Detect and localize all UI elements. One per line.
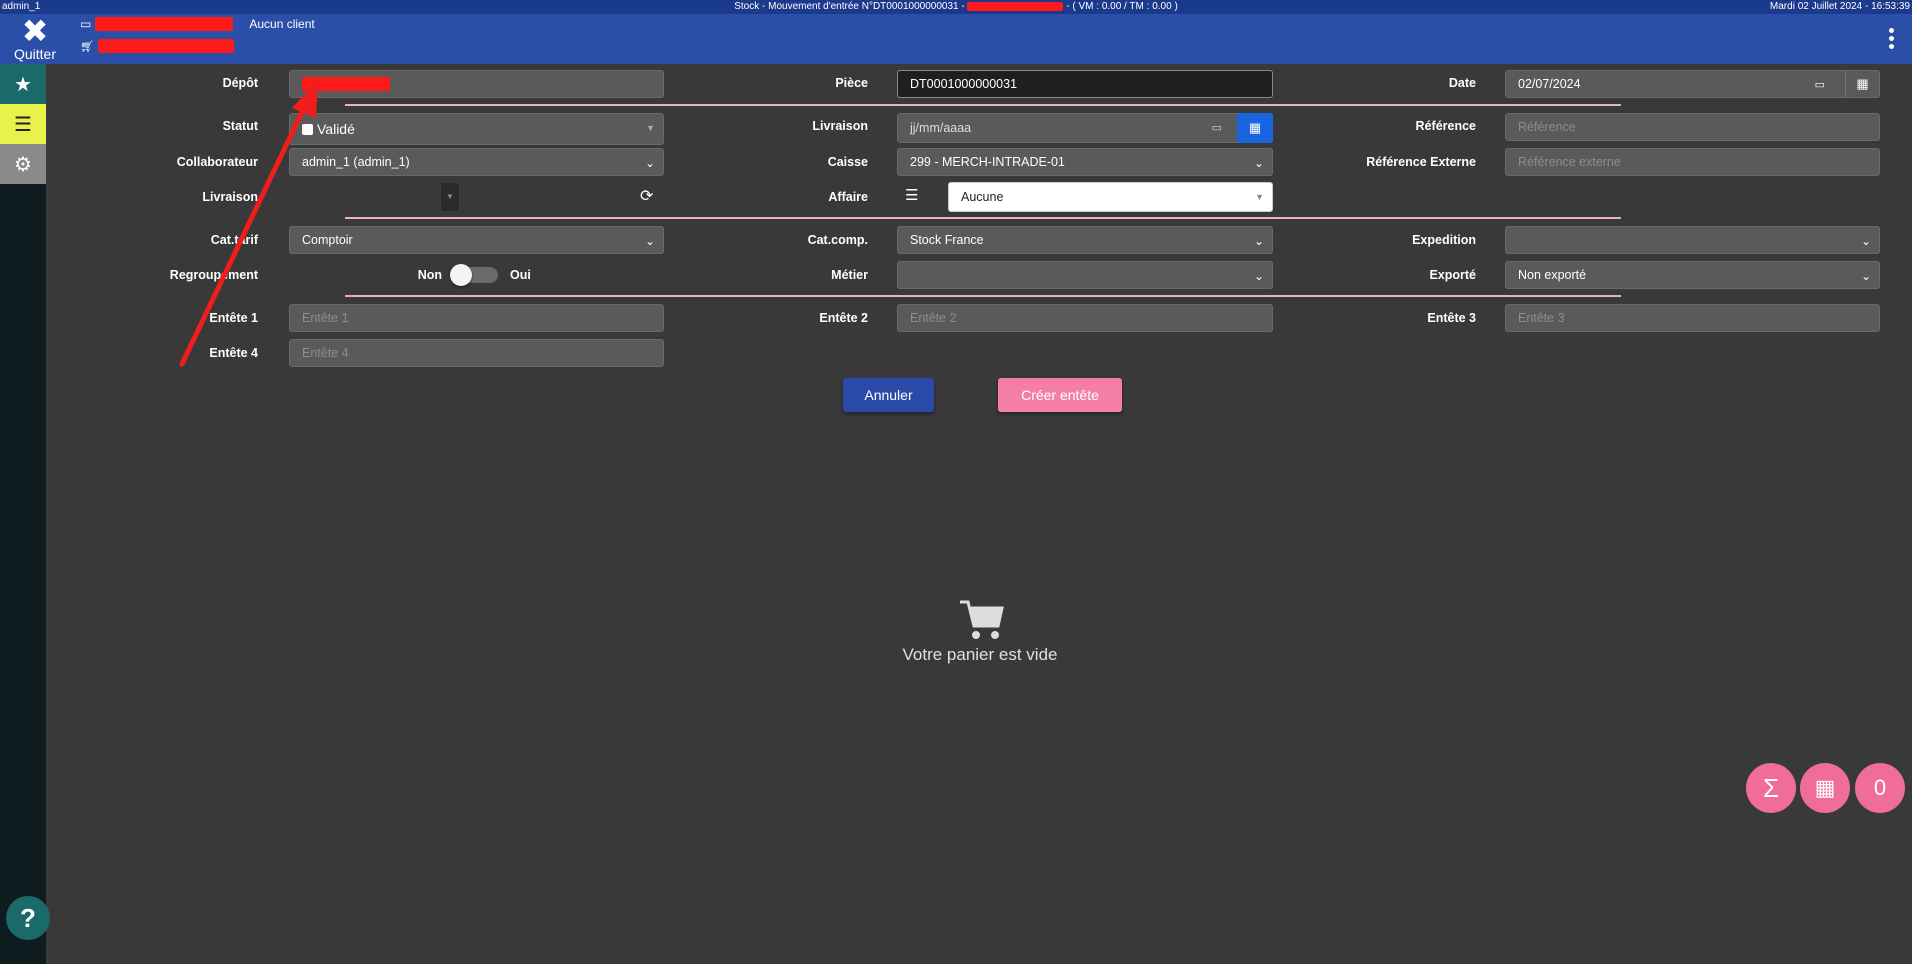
annotation-arrow <box>179 80 318 367</box>
